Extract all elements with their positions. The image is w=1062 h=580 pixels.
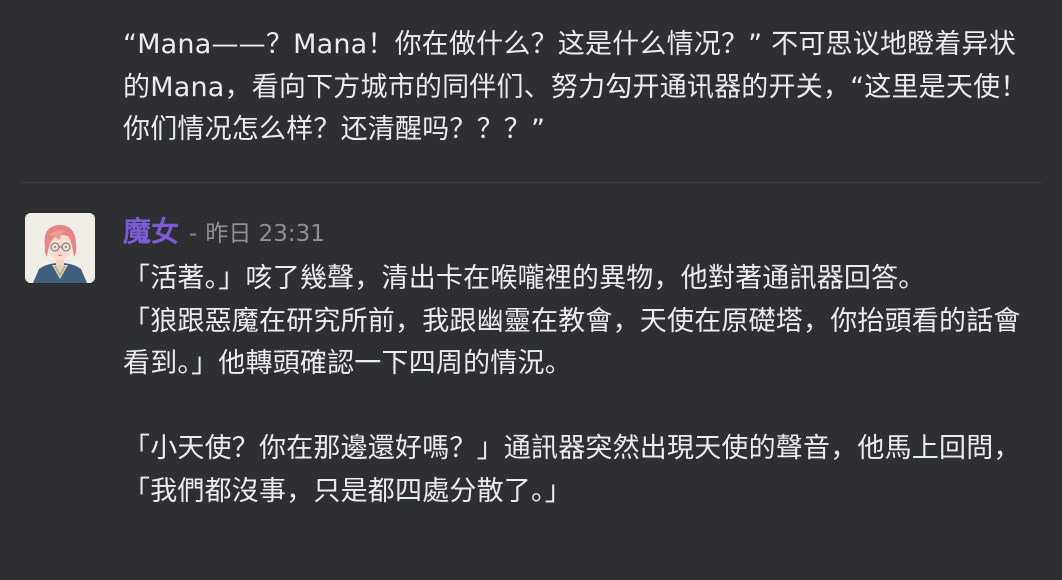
username[interactable]: 魔女 (123, 210, 179, 250)
anime-character-avatar-icon (25, 213, 95, 283)
previous-message-text: “Mana——？Mana！你在做什么？这是什么情况？” 不可思议地瞪着异状的Ma… (123, 29, 1028, 145)
chat-log: “Mana——？Mana！你在做什么？这是什么情况？” 不可思议地瞪着异状的Ma… (0, 0, 1062, 580)
message-divider (20, 182, 1042, 183)
header-separator: - (189, 221, 198, 247)
avatar[interactable] (25, 213, 95, 283)
message-text: 「活著。」咳了幾聲，清出卡在喉嚨裡的異物，他對著通訊器回答。 「狼跟惡魔在研究所… (123, 263, 1021, 507)
message-header: 魔女 - 昨日 23:31 (123, 210, 325, 254)
timestamp: 昨日 23:31 (205, 221, 325, 247)
